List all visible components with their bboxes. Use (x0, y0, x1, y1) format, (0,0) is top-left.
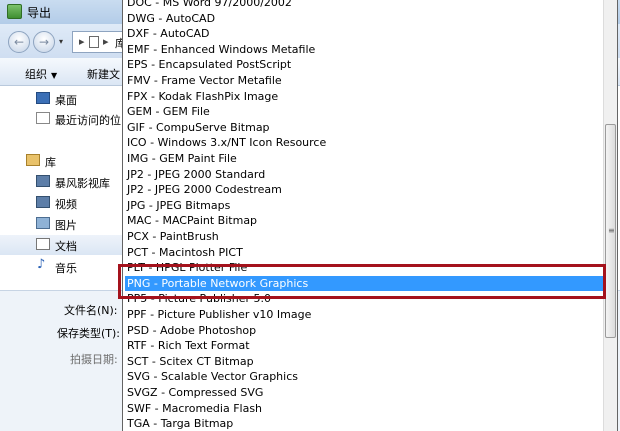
date-taken-label: 拍摄日期: (70, 353, 118, 366)
scroll-grip-icon: ≡ (608, 226, 615, 235)
list-item[interactable]: GEM - GEM File (125, 104, 603, 120)
list-item[interactable]: JPG - JPEG Bitmaps (125, 198, 603, 214)
recent-locations-dropdown[interactable]: ▾ (59, 37, 63, 46)
nav-item-media-library[interactable]: 暴风影视库 (0, 172, 122, 192)
list-item[interactable]: GIF - CompuServe Bitmap (125, 120, 603, 136)
breadcrumb-separator-icon: ▸ (103, 35, 109, 48)
library-icon (26, 154, 40, 166)
save-type-label: 保存类型(T): (57, 327, 121, 340)
nav-item-documents[interactable]: 文档 (0, 235, 122, 255)
location-icon (89, 36, 99, 48)
list-item[interactable]: DXF - AutoCAD (125, 26, 603, 42)
list-item[interactable]: PPF - Picture Publisher v10 Image (125, 307, 603, 323)
nav-item-libraries[interactable]: 库 (0, 151, 122, 171)
list-item[interactable]: DWG - AutoCAD (125, 11, 603, 27)
list-item[interactable]: JP2 - JPEG 2000 Codestream (125, 182, 603, 198)
nav-item-label: 视频 (55, 198, 77, 211)
list-item[interactable]: SCT - Scitex CT Bitmap (125, 354, 603, 370)
nav-item-label: 文档 (55, 240, 77, 253)
list-item[interactable]: PSD - Adobe Photoshop (125, 323, 603, 339)
list-item[interactable]: MAC - MACPaint Bitmap (125, 213, 603, 229)
nav-item-label: 图片 (55, 219, 77, 232)
nav-item-videos[interactable]: 视频 (0, 193, 122, 213)
list-item[interactable]: SWF - Macromedia Flash (125, 401, 603, 417)
list-item[interactable]: PP5 - Picture Publisher 5.0 (125, 291, 603, 307)
media-library-icon (36, 175, 50, 187)
nav-item-label: 音乐 (55, 262, 77, 275)
navigation-pane: 桌面 最近访问的位 库 暴风影视库 视频 图片 文档 ♪ 音乐 (0, 87, 122, 287)
list-item[interactable]: PLT - HPGL Plotter File (125, 260, 603, 276)
list-item[interactable]: FMV - Frame Vector Metafile (125, 73, 603, 89)
nav-item-desktop[interactable]: 桌面 (0, 89, 122, 109)
breadcrumb-separator-icon: ▸ (79, 35, 85, 48)
nav-item-recent-places[interactable]: 最近访问的位 (0, 109, 122, 129)
nav-item-label: 最近访问的位 (55, 114, 121, 127)
scrollbar[interactable]: ≡ (603, 0, 617, 431)
save-type-dropdown-list[interactable]: DOC - MS Word 97/2000/2002 DWG - AutoCAD D… (122, 0, 618, 431)
list-item[interactable]: SVG - Scalable Vector Graphics (125, 369, 603, 385)
nav-item-pictures[interactable]: 图片 (0, 214, 122, 234)
list-item-selected[interactable]: PNG - Portable Network Graphics (125, 275, 603, 292)
filename-label: 文件名(N): (64, 304, 118, 317)
desktop-icon (36, 92, 50, 104)
nav-item-label: 暴风影视库 (55, 177, 110, 190)
list-item[interactable]: TGA - Targa Bitmap (125, 416, 603, 431)
list-item[interactable]: DOC - MS Word 97/2000/2002 (125, 0, 603, 11)
list-item[interactable]: EPS - Encapsulated PostScript (125, 57, 603, 73)
list-item[interactable]: PCX - PaintBrush (125, 229, 603, 245)
list-item[interactable]: JP2 - JPEG 2000 Standard (125, 167, 603, 183)
documents-icon (36, 238, 50, 250)
list-item[interactable]: IMG - GEM Paint File (125, 151, 603, 167)
chevron-down-icon: ▼ (51, 71, 58, 80)
organize-label: 组织 (25, 68, 47, 81)
back-button[interactable]: ← (8, 31, 30, 53)
forward-button[interactable]: → (33, 31, 55, 53)
list-item[interactable]: PCT - Macintosh PICT (125, 245, 603, 261)
list-item[interactable]: RTF - Rich Text Format (125, 338, 603, 354)
video-icon (36, 196, 50, 208)
new-folder-button[interactable]: 新建文 (87, 66, 120, 82)
organize-button[interactable]: 组织 ▼ (25, 66, 57, 82)
list-item[interactable]: ICO - Windows 3.x/NT Icon Resource (125, 135, 603, 151)
list-item[interactable]: EMF - Enhanced Windows Metafile (125, 42, 603, 58)
scrollbar-thumb[interactable]: ≡ (605, 124, 616, 338)
music-icon: ♪ (37, 257, 46, 272)
list-item[interactable]: SVGZ - Compressed SVG (125, 385, 603, 401)
nav-item-music[interactable]: ♪ 音乐 (0, 257, 122, 277)
list-item[interactable]: FPX - Kodak FlashPix Image (125, 89, 603, 105)
recent-places-icon (36, 112, 50, 124)
dialog-title: 导出 (27, 6, 52, 20)
app-icon (7, 4, 22, 19)
nav-item-label: 桌面 (55, 94, 77, 107)
pictures-icon (36, 217, 50, 229)
nav-item-label: 库 (45, 156, 56, 169)
